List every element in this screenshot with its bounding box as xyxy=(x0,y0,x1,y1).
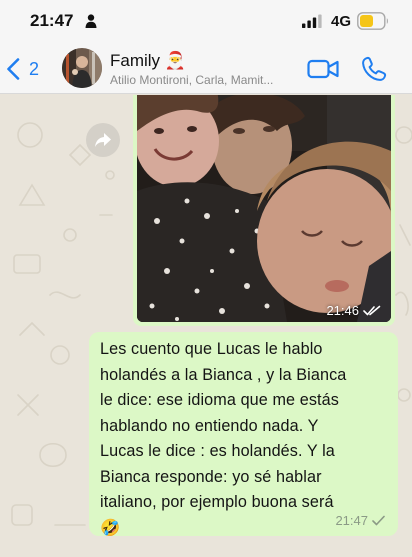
forward-arrow-icon xyxy=(95,133,111,147)
text-message-time: 21:47 xyxy=(335,513,368,528)
photo-message-image[interactable]: 21:46 xyxy=(137,95,391,322)
message-line: le dice: ese idioma que me estás xyxy=(100,391,339,409)
double-check-icon xyxy=(363,305,381,316)
forward-button[interactable] xyxy=(86,123,120,157)
rolling-laughing-emoji: 🤣 xyxy=(100,518,121,537)
chevron-left-icon xyxy=(7,58,20,80)
photo-message-time: 21:46 xyxy=(326,303,359,318)
chat-title[interactable]: Family 🎅 xyxy=(110,51,186,71)
avatar-image xyxy=(62,48,102,88)
family-photo xyxy=(137,95,391,322)
message-line: Bianca responde: yo sé hablar xyxy=(100,467,322,486)
chat-area[interactable]: 21:46 Les cuento que Lucas le hablo hola… xyxy=(0,95,412,557)
chat-participants[interactable]: Atilio Montironi, Carla, Mamit... xyxy=(110,73,298,87)
unread-count: 2 xyxy=(29,58,40,79)
back-button[interactable]: 2 xyxy=(4,53,54,85)
status-bar: 21:47 4G xyxy=(0,0,412,44)
status-time: 21:47 xyxy=(30,11,74,30)
photo-message-meta: 21:46 xyxy=(326,303,381,318)
message-line: holandés a la Bianca , y la Bianca xyxy=(100,365,347,384)
message-text: Les cuento que Lucas le hablo holandés a… xyxy=(100,337,388,541)
battery-icon xyxy=(357,12,388,30)
text-message-bubble[interactable]: Les cuento que Lucas le hablo holandés a… xyxy=(89,332,398,537)
message-line: Les cuento que Lucas le hablo xyxy=(100,340,323,358)
network-type-label: 4G xyxy=(331,13,352,30)
text-message-meta: 21:47 xyxy=(335,513,385,528)
single-check-icon xyxy=(372,515,385,526)
message-line: italiano, por ejemplo buona será xyxy=(100,493,334,511)
chat-header: 2 Family 🎅 Atilio Montironi, Carla, Mami… xyxy=(0,44,412,94)
voice-call-button[interactable] xyxy=(360,55,388,83)
photo-message-bubble[interactable]: 21:46 xyxy=(133,95,395,326)
cellular-signal-icon xyxy=(302,14,322,28)
message-line: Lucas le dice : es holandés. Y la xyxy=(100,442,335,460)
video-call-button[interactable] xyxy=(307,57,339,81)
person-icon xyxy=(85,14,97,28)
group-avatar[interactable] xyxy=(62,48,102,88)
message-line: hablando no entiendo nada. Y xyxy=(100,416,319,435)
